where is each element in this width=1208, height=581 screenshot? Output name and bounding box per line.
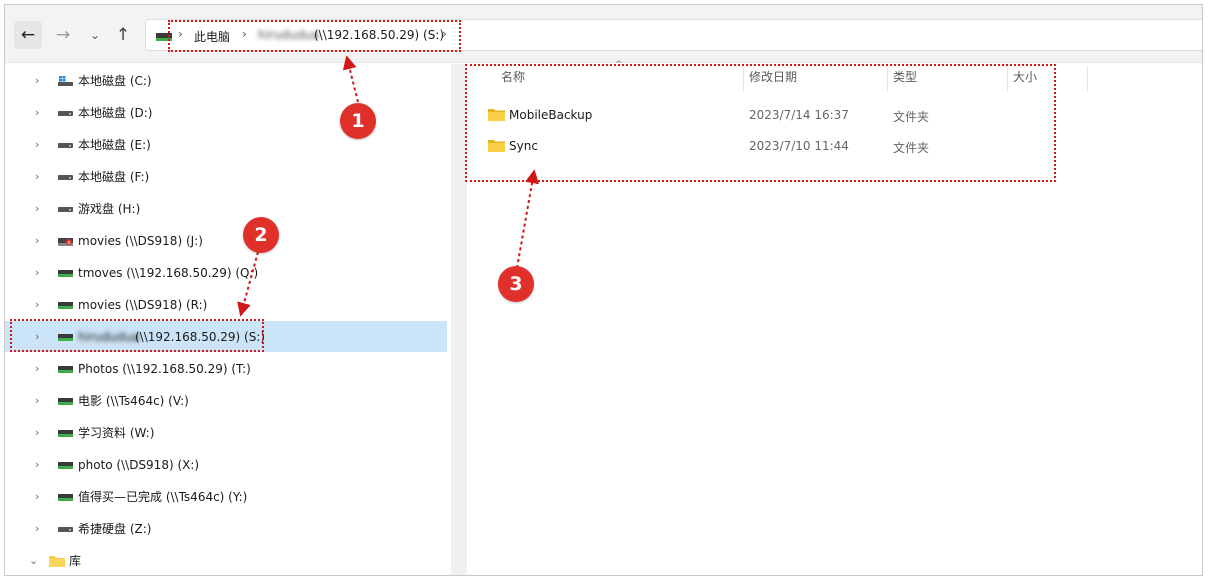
up-button[interactable]: ↑: [109, 21, 137, 49]
tree-item-label: Photos (\\192.168.50.29) (T:): [78, 361, 251, 376]
annotation-box-address: [168, 20, 461, 52]
tree-item-drive-q[interactable]: › tmoves (\\192.168.50.29) (Q:): [5, 257, 447, 288]
tree-item-label: 游戏盘 (H:): [78, 202, 141, 216]
library-folder-icon: [49, 556, 65, 567]
tree-item-label: 本地磁盘 (E:): [78, 138, 151, 152]
drive-icon: [58, 110, 73, 116]
tree-item-label: 电影 (\\Ts464c) (V:): [78, 394, 189, 408]
chevron-right-icon[interactable]: ›: [35, 458, 39, 471]
tree-item-label: 希捷硬盘 (Z:): [78, 522, 152, 536]
drive-icon: [58, 526, 73, 532]
forward-arrow-icon: →: [55, 25, 71, 45]
network-drive-icon: [58, 461, 73, 469]
network-drive-icon: [58, 493, 73, 501]
tree-item-drive-e[interactable]: › 本地磁盘 (E:): [5, 129, 447, 160]
tree-item-drive-w[interactable]: › 学习资料 (W:): [5, 417, 447, 448]
tree-item-label: photo (\\DS918) (X:): [78, 457, 200, 472]
annotation-badge-3: 3: [498, 266, 534, 302]
tree-item-label: movies (\\DS918) (R:): [78, 297, 208, 312]
chevron-right-icon[interactable]: ›: [35, 426, 39, 439]
tree-item-label: 本地磁盘 (D:): [78, 106, 153, 120]
chevron-right-icon[interactable]: ›: [35, 74, 39, 87]
network-drive-disconnected-icon: x: [58, 237, 73, 246]
tree-item-label: movies (\\DS918) (J:): [78, 233, 203, 248]
column-divider[interactable]: [1087, 66, 1088, 92]
tree-item-drive-v[interactable]: › 电影 (\\Ts464c) (V:): [5, 385, 447, 416]
tree-item-label: 学习资料 (W:): [78, 426, 155, 440]
chevron-right-icon[interactable]: ›: [35, 202, 39, 215]
chevron-right-icon[interactable]: ›: [35, 394, 39, 407]
tree-item-drive-t[interactable]: › Photos (\\192.168.50.29) (T:): [5, 353, 447, 384]
annotation-badge-2: 2: [243, 217, 279, 253]
network-drive-icon: [58, 365, 73, 373]
forward-button[interactable]: →: [49, 21, 77, 49]
tree-item-drive-y[interactable]: › 值得买—已完成 (\\Ts464c) (Y:): [5, 481, 447, 512]
svg-text:x: x: [68, 240, 71, 246]
chevron-right-icon[interactable]: ›: [35, 490, 39, 503]
chevron-right-icon[interactable]: ›: [35, 170, 39, 183]
network-drive-icon: [58, 301, 73, 309]
network-drive-icon: [58, 269, 73, 277]
chevron-right-icon[interactable]: ›: [35, 522, 39, 535]
tree-item-label: 本地磁盘 (C:): [78, 74, 152, 88]
network-drive-icon: [58, 397, 73, 405]
annotation-box-file-list: [465, 64, 1056, 182]
tree-item-drive-h[interactable]: › 游戏盘 (H:): [5, 193, 447, 224]
tree-item-label: 值得买—已完成 (\\Ts464c) (Y:): [78, 490, 248, 504]
annotation-box-selected-drive: [10, 319, 264, 352]
tree-item-drive-j[interactable]: › x movies (\\DS918) (J:): [5, 225, 447, 256]
chevron-down-icon: ⌄: [89, 28, 101, 42]
chevron-right-icon[interactable]: ›: [35, 138, 39, 151]
tree-item-drive-r[interactable]: › movies (\\DS918) (R:): [5, 289, 447, 320]
drive-icon: [58, 174, 73, 180]
chevron-right-icon[interactable]: ›: [35, 234, 39, 247]
tree-item-drive-c[interactable]: › 本地磁盘 (C:): [5, 65, 447, 96]
chevron-right-icon[interactable]: ›: [35, 298, 39, 311]
windows-drive-icon: [58, 75, 73, 86]
tree-item-drive-z[interactable]: › 希捷硬盘 (Z:): [5, 513, 447, 544]
tree-item-drive-f[interactable]: › 本地磁盘 (F:): [5, 161, 447, 192]
chevron-right-icon[interactable]: ›: [35, 266, 39, 279]
tree-item-label: 本地磁盘 (F:): [78, 170, 150, 184]
annotation-badge-1: 1: [340, 103, 376, 139]
tree-item-label: tmoves (\\192.168.50.29) (Q:): [78, 265, 259, 280]
chevron-right-icon[interactable]: ›: [35, 362, 39, 375]
tree-item-drive-d[interactable]: › 本地磁盘 (D:): [5, 97, 447, 128]
drive-icon: [58, 206, 73, 212]
tree-item-libraries[interactable]: ⌄ 库: [5, 545, 447, 575]
up-arrow-icon: ↑: [115, 25, 131, 45]
chevron-right-icon[interactable]: ›: [35, 106, 39, 119]
back-button[interactable]: ←: [14, 21, 42, 49]
network-drive-icon: [58, 429, 73, 437]
drive-icon: [58, 142, 73, 148]
recent-locations-button[interactable]: ⌄: [81, 21, 109, 49]
tree-item-drive-x[interactable]: › photo (\\DS918) (X:): [5, 449, 447, 480]
tree-item-label: 库: [69, 554, 82, 568]
chevron-down-icon[interactable]: ⌄: [29, 554, 38, 567]
back-arrow-icon: ←: [20, 25, 36, 45]
